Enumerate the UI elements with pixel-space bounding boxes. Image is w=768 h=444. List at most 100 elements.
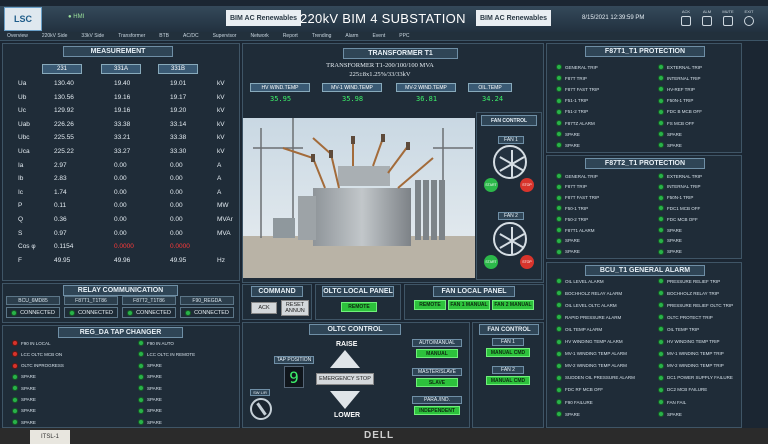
nav-item-supervisor[interactable]: Supervisor (206, 32, 244, 40)
status-led-icon (12, 373, 18, 380)
alarm-label: BOCHHOLZ RELAY ALARM (565, 290, 623, 296)
asset-sticker: ITSL-1 (30, 430, 70, 444)
status-led-icon (556, 75, 562, 82)
f87t2-title: F87T2_T1 PROTECTION (585, 158, 705, 169)
transformer-photo (243, 118, 475, 278)
nav-item-overview[interactable]: Overview (0, 32, 35, 40)
status-led-icon (556, 142, 562, 149)
measurement-unit: MVA (217, 229, 231, 237)
status-led-icon (658, 97, 664, 104)
fan2-start-button[interactable]: START (484, 255, 498, 269)
ack-icon[interactable]: ACK (680, 9, 692, 27)
power-icon[interactable]: EXIT (743, 9, 755, 27)
measurement-label: Ia (18, 161, 24, 169)
selector-switch-icon[interactable] (250, 398, 272, 420)
alarm-item: DC1 POWER SUPPLY FAILURE (658, 374, 733, 381)
alarm-label: F50-2 TRIP (565, 216, 589, 222)
reset-annunciator-button[interactable]: RESET ANNUN (281, 300, 309, 316)
measurement-value: 0.00 (114, 216, 127, 223)
fan1-manual-status: FAN 1 MANUAL (448, 300, 490, 310)
status-led-icon (658, 108, 664, 115)
lower-label: LOWER (334, 412, 361, 419)
measurement-value: 19.01 (170, 80, 187, 87)
alarm-label: EXTERNAL TRIP (667, 64, 703, 70)
transformer-title: TRANSFORMER T1 (343, 48, 458, 59)
nav-item-btb[interactable]: BTB (152, 32, 176, 40)
measurement-value: 0.00 (170, 188, 183, 196)
status-led-icon (138, 419, 144, 426)
status-led-icon (138, 362, 144, 369)
nav-item-event[interactable]: Event (365, 32, 392, 40)
alarm-label: OIL LEVEL OLTC ALARM (565, 302, 617, 308)
measurement-value: 19.16 (114, 93, 131, 101)
fan1-stop-button[interactable]: STOP (520, 178, 534, 192)
fan2-stop-button[interactable]: STOP (520, 255, 534, 269)
fan-local-remote-status: REMOTE (414, 300, 446, 310)
alarm-item: FDC1 MCB OFF (658, 205, 700, 212)
status-led-icon (658, 326, 664, 333)
alarm-item: MV-1 WINDING TEMP ALARM (556, 350, 627, 357)
alarm-bell-icon[interactable]: ALM (701, 9, 713, 27)
status-led-icon (138, 407, 144, 414)
master-slave-status: SLAVE (416, 378, 458, 387)
mute-icon[interactable]: MUTE (722, 9, 734, 27)
command-title: COMMAND (251, 286, 303, 297)
status-led-icon (69, 309, 76, 316)
alarm-label: OLTC PROTECT TRIP (667, 314, 713, 320)
temp-value: 35.95 (270, 95, 292, 103)
alarm-label: F87T TRIP (565, 184, 587, 190)
oltc-control-title: OLTC CONTROL (309, 324, 401, 335)
fan2-label: FAN 2 (498, 212, 524, 220)
status-led-icon (658, 248, 664, 255)
ack-button[interactable]: ACK (251, 302, 277, 314)
measurement-label: Ua (18, 80, 27, 87)
raise-label: RAISE (336, 341, 358, 348)
emergency-stop-button[interactable]: EMERGENCY STOP (316, 373, 374, 385)
alarm-label: INTERNAL TRIP (667, 184, 701, 190)
measurement-label: Ub (18, 93, 27, 101)
alarm-label: F50-1 TRIP (565, 205, 589, 211)
alarm-item: SPARE (658, 248, 682, 255)
status-led-icon (556, 386, 562, 393)
status-led-icon (658, 142, 664, 149)
status-led-icon (138, 385, 144, 392)
status-led-icon (556, 183, 562, 190)
status-led-icon (556, 237, 562, 244)
tap-position-label: TAP POSITION (274, 356, 314, 364)
measurement-row: Ub 130.56 19.16 19.17 kV (10, 91, 238, 105)
measurement-label: Ubc (18, 134, 30, 142)
measurement-unit: kV (217, 93, 225, 101)
nav-item-ac-dc[interactable]: AC/DC (176, 32, 206, 40)
alarm-label: PRESSURE RELIEF TRIP (667, 278, 721, 284)
status-led-icon (12, 407, 18, 414)
alarm-label: OLTC INPROGRESS (21, 363, 64, 369)
nav-item-33kv-side[interactable]: 33kV Side (74, 32, 111, 40)
status-led-icon (556, 227, 562, 233)
nav-item-alarm[interactable]: Alarm (338, 32, 365, 40)
measurement-value: 49.96 (114, 256, 131, 264)
measurement-value: 225.55 (54, 134, 74, 142)
status-led-icon (127, 309, 134, 316)
measurement-value: 130.40 (54, 80, 74, 87)
temp-label: HV WIND.TEMP (250, 83, 310, 92)
nav-item-network[interactable]: Network (243, 32, 275, 40)
transformer-spec-2: 225±8x1.25%/33/33kV (349, 71, 411, 78)
measurement-label: Ib (18, 175, 24, 183)
nav-item-transformer[interactable]: Transformer (111, 32, 152, 40)
nav-item-report[interactable]: Report (276, 32, 305, 40)
nav-item-trending[interactable]: Trending (305, 32, 339, 40)
raise-arrow-icon[interactable] (330, 350, 360, 368)
alarm-label: SPARE (147, 408, 162, 414)
nav-item-ppc[interactable]: PPC (392, 32, 416, 40)
measurement-value: 1.74 (54, 188, 67, 196)
fan1-start-button[interactable]: START (484, 178, 498, 192)
measurement-unit: kV (217, 148, 225, 155)
lower-arrow-icon[interactable] (330, 391, 360, 409)
measurement-row: Uca 225.22 33.27 33.30 kV (10, 145, 238, 159)
fan2-bottom-label: FAN 2 (492, 366, 524, 374)
measurement-value: 2.97 (54, 161, 67, 169)
nav-item-220kv-side[interactable]: 220kV Side (35, 32, 75, 40)
status-led-icon (556, 374, 562, 381)
measurement-value: 33.38 (114, 120, 131, 128)
status-led-icon (658, 131, 664, 138)
